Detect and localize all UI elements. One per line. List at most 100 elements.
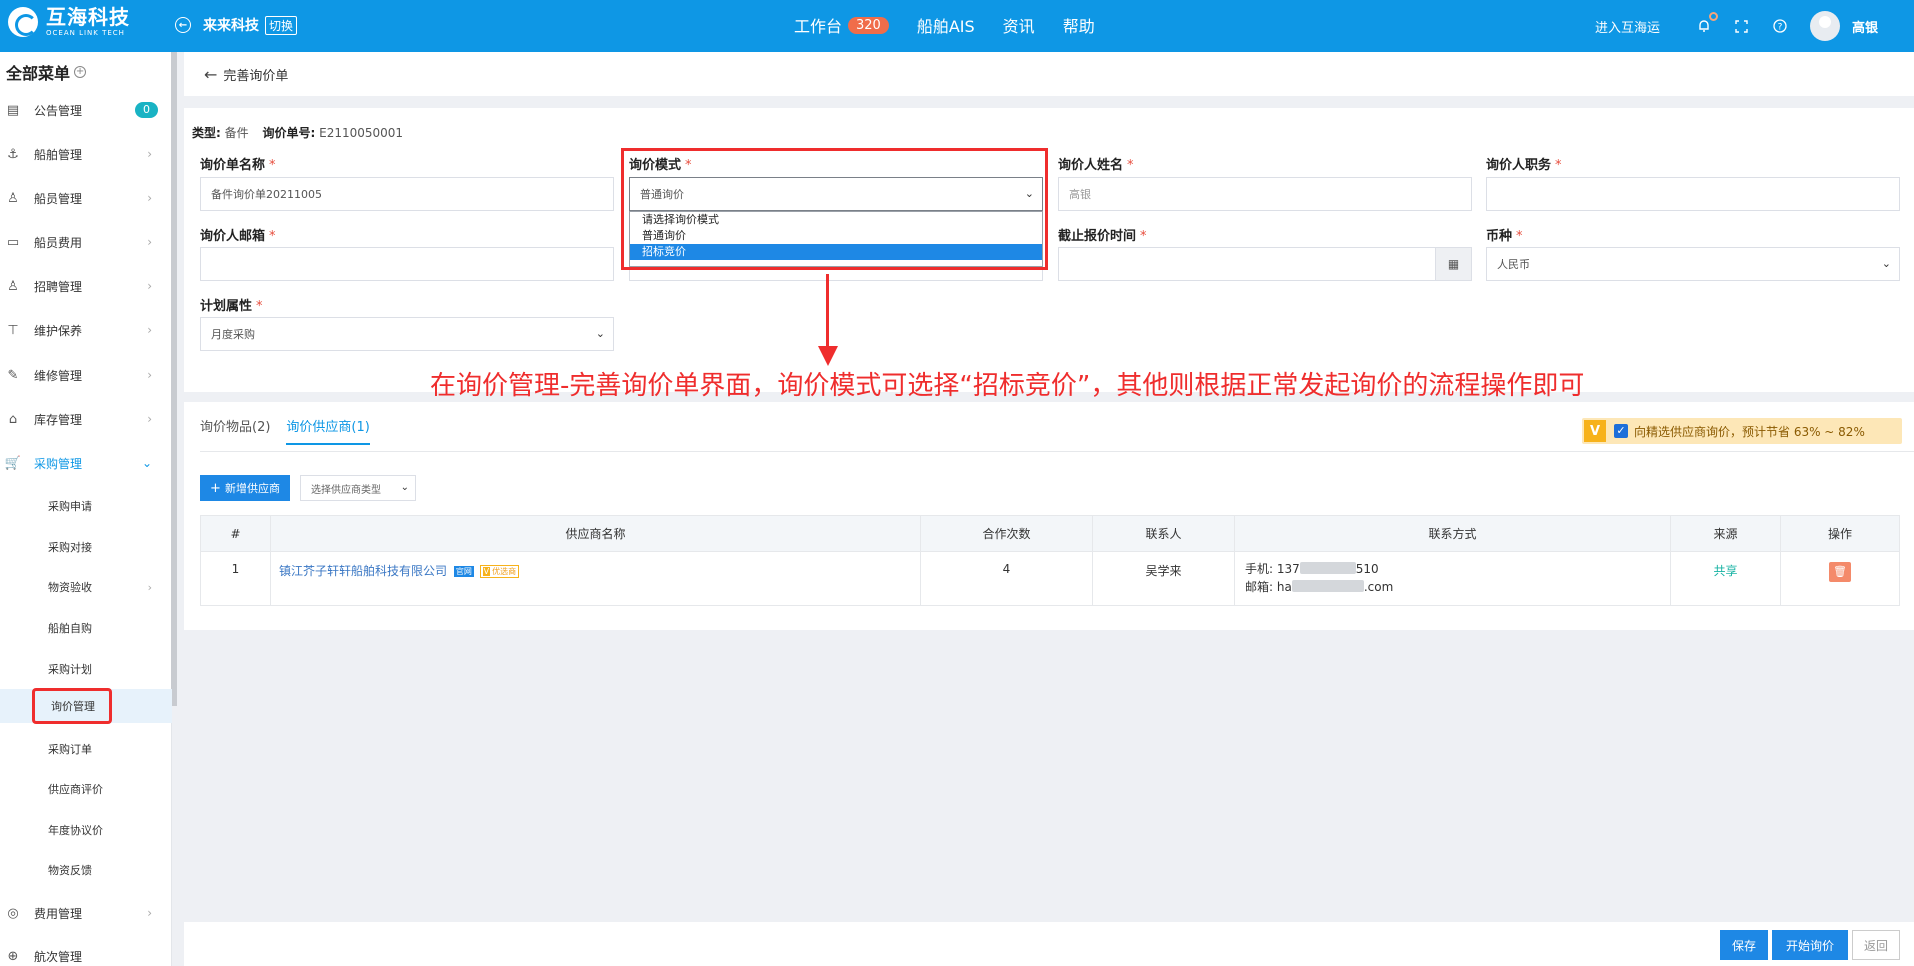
supplier-name-link[interactable]: 镇江芥子轩轩船舶科技有限公司 (279, 564, 447, 578)
back-button[interactable]: 返回 (1852, 930, 1900, 960)
brand-logo[interactable]: 互海科技 OCEAN LINK TECH (8, 6, 130, 38)
inquiry-name-input[interactable]: 备件询价单20211005 (200, 177, 614, 211)
calendar-icon[interactable]: ▦ (1435, 248, 1471, 280)
tab-suppliers[interactable]: 询价供应商(1) (286, 416, 370, 445)
username[interactable]: 高银 (1852, 17, 1878, 36)
sidebar-sub-item[interactable]: 物资反馈 (0, 853, 172, 887)
tab-items[interactable]: 询价物品(2) (200, 416, 270, 445)
sidebar-sub-item[interactable]: 供应商评价 (0, 772, 172, 806)
inquirer-name-input[interactable]: 高银 (1058, 177, 1472, 211)
sidebar-sub-item[interactable]: 物资验收 › (0, 570, 172, 604)
notice-count-badge: 0 (135, 102, 158, 118)
wallet-icon: ▭ (6, 234, 20, 250)
sidebar-sub-item[interactable]: 船舶自购 (0, 611, 172, 645)
chevron-down-icon: ⌄ (141, 456, 152, 470)
page-header: ← 完善询价单 (184, 52, 1914, 96)
col-header: 来源 (1670, 515, 1781, 552)
brush-icon: ⊤ (7, 322, 19, 338)
nav-help[interactable]: 帮助 (1063, 13, 1095, 37)
switch-company-button[interactable]: 切换 (265, 15, 298, 35)
sidebar-sub-item[interactable]: 采购对接 (0, 530, 172, 564)
currency-select[interactable]: 人民币 ⌄ (1486, 247, 1900, 281)
promo-checkbox[interactable]: ✓ (1614, 424, 1628, 438)
chevron-right-icon: › (147, 147, 152, 161)
enter-hhy-link[interactable]: 进入互海运 (1595, 17, 1660, 36)
avatar[interactable] (1809, 11, 1840, 41)
anchor-icon: ⚓ (7, 146, 19, 162)
bottom-action-bar: 保存 开始询价 返回 (184, 922, 1914, 966)
inquiry-name-label: 询价单名称 * (200, 158, 276, 173)
inquirer-position-label: 询价人职务 * (1486, 158, 1562, 173)
nav-news[interactable]: 资讯 (1003, 13, 1035, 37)
cart-icon: 🛒 (4, 455, 22, 471)
sidebar-item-ship[interactable]: ⚓ 船舶管理 › (0, 142, 172, 166)
company-switcher[interactable]: ← 来来科技 切换 (175, 15, 298, 35)
promo-banner[interactable]: V ✓ 向精选供应商询价，预计节省 63% ~ 82% (1582, 418, 1902, 444)
supplier-table: # 供应商名称 合作次数 联系人 联系方式 来源 操作 1 镇江芥子轩轩船舶科技… (200, 515, 1900, 606)
supplier-name-cell[interactable]: 镇江芥子轩轩船舶科技有限公司 官网 V 优选商 (270, 551, 921, 606)
sidebar-sub-item[interactable]: 采购订单 (0, 732, 172, 766)
chevron-right-icon: › (147, 235, 152, 249)
back-circle-icon[interactable]: ← (175, 17, 191, 33)
sidebar-item-crew[interactable]: ♙ 船员管理 › (0, 186, 172, 210)
sidebar-item-inventory[interactable]: ⌂ 库存管理 › (0, 407, 172, 431)
promo-text: 向精选供应商询价，预计节省 63% ~ 82% (1634, 424, 1865, 439)
nav-ais[interactable]: 船舶AIS (917, 13, 975, 37)
chevron-down-icon: ⌄ (1881, 257, 1891, 270)
redacted-block (1299, 562, 1356, 574)
bell-icon[interactable] (1696, 12, 1718, 34)
table-row: 1 镇江芥子轩轩船舶科技有限公司 官网 V 优选商 4 吴学来 手机: 137 51… (200, 551, 1900, 606)
sidebar-item-crew-cost[interactable]: ▭ 船员费用 › (0, 230, 172, 254)
supplier-type-select[interactable]: 选择供应商类型 ⌄ (300, 475, 416, 501)
inquirer-position-input[interactable] (1486, 177, 1900, 211)
plan-attribute-select[interactable]: 月度采购 ⌄ (200, 317, 614, 351)
source-cell: 共享 (1670, 551, 1781, 606)
col-header: # (200, 515, 271, 552)
chevron-down-icon: ⌄ (595, 327, 605, 340)
deadline-input[interactable]: ▦ (1058, 247, 1472, 281)
currency-label: 币种 * (1486, 229, 1523, 244)
tabs-divider (200, 451, 1914, 452)
nav-workbench[interactable]: 工作台 320 (794, 13, 889, 37)
trash-icon[interactable]: 🗑 (1829, 562, 1851, 582)
help-icon[interactable]: ? (1772, 18, 1788, 34)
logo-icon (8, 7, 38, 37)
fullscreen-icon[interactable] (1734, 18, 1750, 34)
contact-person: 吴学来 (1092, 551, 1235, 606)
brand-name-en: OCEAN LINK TECH (46, 29, 125, 37)
sidebar-sub-item[interactable]: 采购申请 (0, 489, 172, 523)
sidebar-item-cost[interactable]: ◎ 费用管理 › (0, 901, 172, 925)
col-header: 合作次数 (920, 515, 1093, 552)
plus-circle-icon[interactable]: + (74, 66, 87, 78)
sidebar-sub-item[interactable]: 年度协议价 (0, 813, 172, 847)
inquirer-email-input[interactable] (200, 247, 614, 281)
sidebar-item-notice[interactable]: ▤ 公告管理 0 (0, 98, 172, 122)
top-nav: 工作台 320 船舶AIS 资讯 帮助 (794, 13, 1123, 37)
add-supplier-button[interactable]: + 新增供应商 (200, 475, 290, 501)
sidebar-item-purchase[interactable]: 🛒 采购管理 ⌄ (0, 451, 172, 475)
book-icon: ▤ (6, 102, 20, 118)
chevron-down-icon: ⌄ (400, 482, 409, 493)
official-tag: 官网 (453, 566, 474, 577)
sidebar-item-voyage[interactable]: ⊕ 航次管理 (0, 944, 172, 966)
action-cell: 🗑 (1780, 551, 1900, 606)
svg-text:?: ? (1778, 23, 1783, 33)
highlight-box-mode (621, 148, 1048, 270)
sidebar-item-maintenance[interactable]: ⊤ 维护保养 › (0, 318, 172, 342)
inquirer-email-label: 询价人邮箱 * (200, 229, 276, 244)
user-search-icon: ♙ (7, 278, 19, 294)
table-header-row: # 供应商名称 合作次数 联系人 联系方式 来源 操作 (200, 515, 1900, 552)
save-button[interactable]: 保存 (1720, 930, 1768, 960)
chevron-right-icon: › (147, 906, 152, 920)
chevron-right-icon: › (147, 412, 152, 426)
top-bar: 互海科技 OCEAN LINK TECH ← 来来科技 切换 工作台 320 船… (0, 0, 1914, 52)
start-inquiry-button[interactable]: 开始询价 (1772, 930, 1848, 960)
vip-icon: V (1584, 420, 1606, 442)
row-index: 1 (200, 551, 271, 606)
chevron-right-icon: › (147, 323, 152, 337)
sidebar-sub-item[interactable]: 采购计划 (0, 652, 172, 686)
sidebar-item-repair[interactable]: ✎ 维修管理 › (0, 363, 172, 387)
sidebar-item-recruit[interactable]: ♙ 招聘管理 › (0, 274, 172, 298)
inquiry-form: 类型: 备件 询价单号: E2110050001 询价单名称 * 备件询价单202… (184, 108, 1914, 392)
back-arrow-icon[interactable]: ← (204, 65, 217, 84)
